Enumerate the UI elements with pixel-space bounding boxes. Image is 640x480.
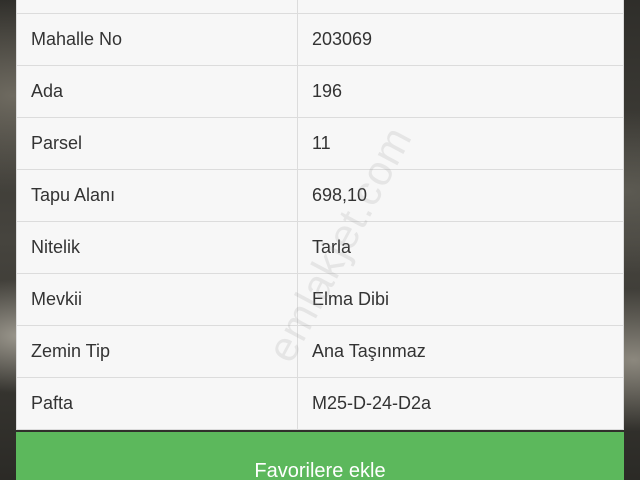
detail-label: Mahalle No [16, 13, 298, 66]
table-row: Tapu Alanı 698,10 [16, 169, 624, 222]
table-row: Ada 196 [16, 65, 624, 118]
add-to-favorites-button[interactable]: Favorilere ekle [16, 432, 624, 480]
table-row [16, 0, 624, 14]
detail-value: Tarla [297, 221, 624, 274]
table-row: Zemin Tip Ana Taşınmaz [16, 325, 624, 378]
detail-value: 203069 [297, 13, 624, 66]
detail-label [16, 0, 298, 14]
detail-value: Ana Taşınmaz [297, 325, 624, 378]
property-details-table: Mahalle No 203069 Ada 196 Parsel 11 Tapu… [16, 0, 624, 430]
detail-value: 698,10 [297, 169, 624, 222]
table-row: Mahalle No 203069 [16, 13, 624, 66]
detail-value: M25-D-24-D2a [297, 377, 624, 430]
detail-label: Ada [16, 65, 298, 118]
table-row: Pafta M25-D-24-D2a [16, 377, 624, 430]
detail-label: Parsel [16, 117, 298, 170]
detail-value: 196 [297, 65, 624, 118]
table-row: Nitelik Tarla [16, 221, 624, 274]
table-row: Mevkii Elma Dibi [16, 273, 624, 326]
detail-label: Tapu Alanı [16, 169, 298, 222]
property-details-card: Mahalle No 203069 Ada 196 Parsel 11 Tapu… [16, 0, 624, 430]
detail-label: Pafta [16, 377, 298, 430]
detail-value: Elma Dibi [297, 273, 624, 326]
table-row: Parsel 11 [16, 117, 624, 170]
detail-label: Mevkii [16, 273, 298, 326]
detail-value: 11 [297, 117, 624, 170]
detail-label: Nitelik [16, 221, 298, 274]
detail-label: Zemin Tip [16, 325, 298, 378]
detail-value [297, 0, 624, 14]
